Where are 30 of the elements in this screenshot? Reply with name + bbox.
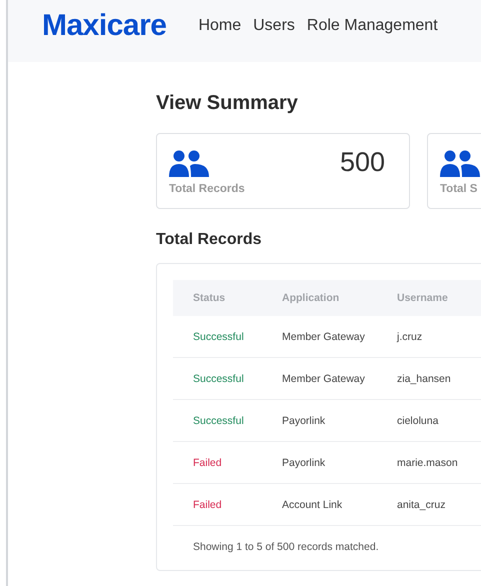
status-cell-text: Failed bbox=[193, 498, 223, 510]
table-cell-text: cieloluna bbox=[397, 414, 440, 426]
nav-link[interactable]: Users bbox=[253, 17, 295, 35]
status-cell-text: Failed bbox=[193, 456, 223, 468]
logo[interactable]: Maxicare bbox=[42, 9, 166, 43]
table-cell-text: Payorlink bbox=[282, 414, 326, 426]
nav-link[interactable]: Role Management bbox=[306, 17, 438, 35]
pagination-info: Showing 1 to 5 of 500 records matched. bbox=[193, 541, 380, 553]
table-cell-text: zia_hansen bbox=[397, 372, 452, 384]
section-title: Total Records bbox=[156, 231, 262, 249]
table-cell-text: Member Gateway bbox=[282, 372, 366, 384]
status-cell-text: Successful bbox=[193, 414, 245, 426]
table-cell-text: anita_cruz bbox=[397, 498, 446, 510]
column-header: Application bbox=[282, 292, 340, 304]
table-cell-text: Payorlink bbox=[282, 456, 326, 468]
users-icon bbox=[440, 150, 480, 177]
status-cell-text: Successful bbox=[193, 372, 245, 384]
table-cell-text: marie.mason bbox=[397, 456, 459, 468]
section-title: View Summary bbox=[156, 92, 299, 115]
table-cell-text: Account Link bbox=[282, 498, 344, 510]
nav-link[interactable]: Home bbox=[198, 17, 242, 35]
column-header: Status bbox=[193, 292, 226, 304]
table-cell-text: Member Gateway bbox=[282, 330, 366, 342]
record-count: 500 bbox=[340, 147, 385, 178]
card-label: Total Records bbox=[169, 183, 246, 195]
status-cell-text: Successful bbox=[193, 330, 245, 342]
column-header: Username bbox=[397, 292, 449, 304]
card-label: Total S bbox=[440, 183, 478, 195]
table-cell-text: j.cruz bbox=[397, 330, 424, 342]
users-icon bbox=[169, 150, 209, 177]
